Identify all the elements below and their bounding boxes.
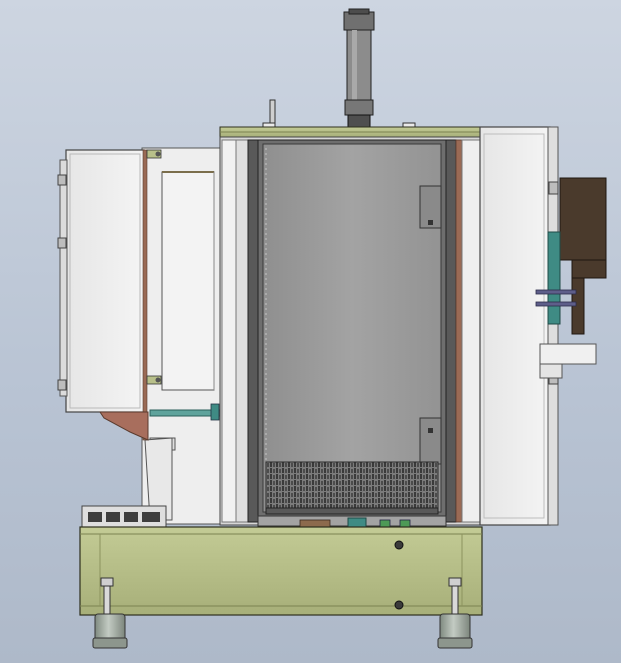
dark-bracket [559,177,607,261]
teal-strut [149,409,221,417]
top-plate [219,126,483,138]
top-cylinder [262,8,416,130]
hinge-top [57,174,67,186]
chamber-window [257,139,447,517]
cylinder-rod-block [344,99,374,116]
frame-post-left-a [221,139,237,523]
chamber-flange-lower [419,417,442,465]
machine-elevation-drawing [57,8,607,649]
cylinder-body [346,29,372,101]
hinge-bottom [57,379,67,391]
frame-post-right-copper [455,139,463,523]
frame-post-left-b [235,139,249,523]
frame-post-right-dark [445,139,457,523]
cylinder-highlight [352,30,357,100]
heating-elements [265,461,439,515]
frame-post-left-dark [247,139,259,523]
left-copper-wedge [99,411,149,441]
left-copper-trim [142,149,148,441]
frame-post-right-a [461,139,481,523]
right-hinge-top [548,181,559,195]
cylinder-cap [343,11,375,31]
cylinder-mount [347,114,371,128]
left-cabinet-box [65,149,145,413]
left-inner-panel [161,171,215,391]
right-panel [479,126,559,526]
left-cabinet [57,147,223,525]
cad-viewport [0,0,621,663]
base-body [79,526,483,616]
base-bolt-lower [394,600,404,610]
base-bolt-upper [394,540,404,550]
right-shelf-block [539,343,597,365]
hinge-mid [57,237,67,249]
cylinder-cap-top [348,8,370,15]
